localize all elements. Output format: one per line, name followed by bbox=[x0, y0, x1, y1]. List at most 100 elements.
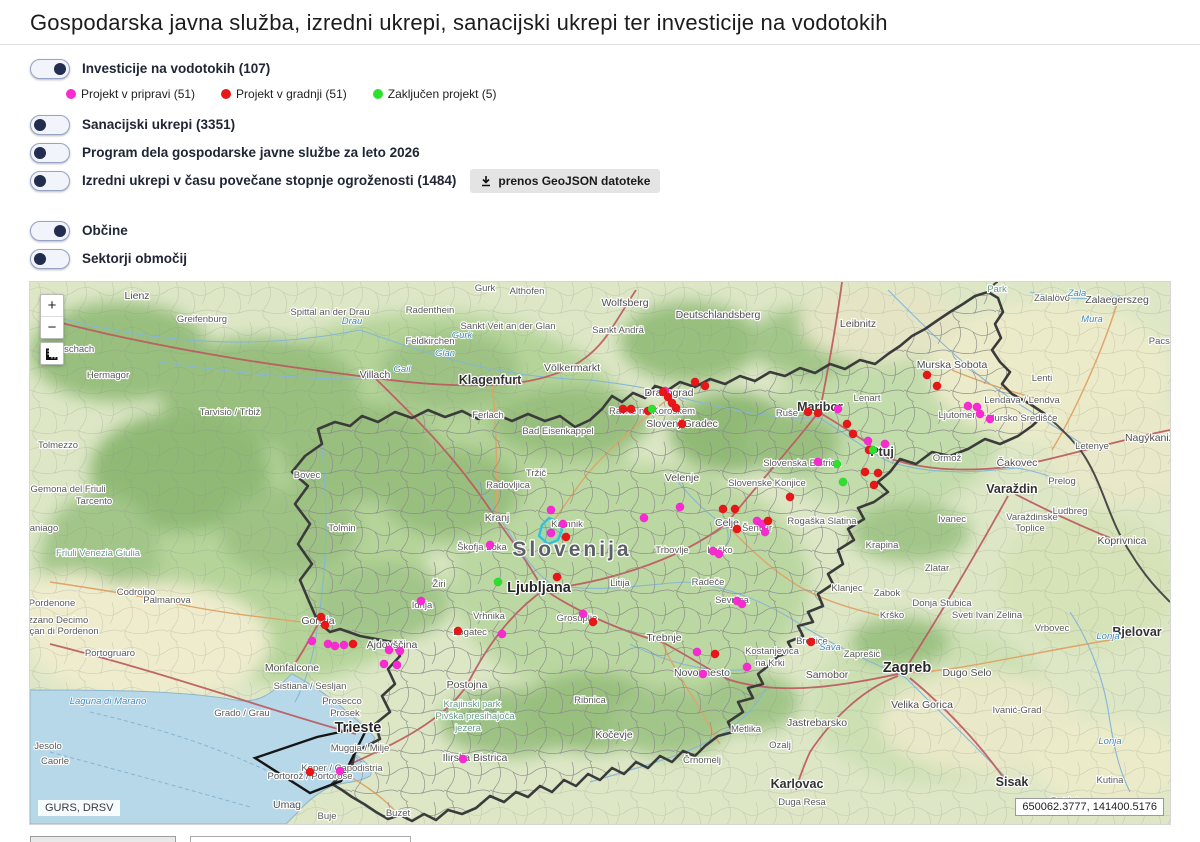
map-marker-gradnji[interactable] bbox=[807, 638, 815, 646]
map-marker-gradnji[interactable] bbox=[874, 469, 882, 477]
map-marker-gradnji[interactable] bbox=[843, 420, 851, 428]
map-label: Deutschlandsberg bbox=[676, 309, 761, 321]
map-marker-pripravi[interactable] bbox=[676, 503, 684, 511]
map-marker-gradnji[interactable] bbox=[691, 378, 699, 386]
map-marker-gradnji[interactable] bbox=[786, 493, 794, 501]
map-marker-pripravi[interactable] bbox=[340, 641, 348, 649]
map-label: Park bbox=[987, 284, 1007, 295]
map-marker-gradnji[interactable] bbox=[619, 405, 627, 413]
map-marker-gradnji[interactable] bbox=[589, 618, 597, 626]
map-marker-gradnji[interactable] bbox=[733, 525, 741, 533]
map-marker-pripravi[interactable] bbox=[738, 600, 746, 608]
map-marker-pripravi[interactable] bbox=[986, 415, 994, 423]
map-marker-pripravi[interactable] bbox=[976, 410, 984, 418]
map-marker-pripravi[interactable] bbox=[380, 660, 388, 668]
map-marker-pripravi[interactable] bbox=[864, 437, 872, 445]
map-marker-pripravi[interactable] bbox=[693, 648, 701, 656]
map-marker-gradnji[interactable] bbox=[814, 409, 822, 417]
map-marker-gradnji[interactable] bbox=[672, 404, 680, 412]
overlay-toggles: ObčineSektorji območij bbox=[0, 221, 1200, 268]
slovenia-map-canvas[interactable]: LienzGreifenburgSpittal an der DrauRaden… bbox=[30, 282, 1170, 824]
map-label: Krajinski park bbox=[443, 699, 500, 710]
map-marker-pripravi[interactable] bbox=[743, 663, 751, 671]
measure-tool-button[interactable] bbox=[40, 342, 64, 365]
map-marker-zakljucen[interactable] bbox=[648, 405, 656, 413]
zoom-out-button[interactable]: − bbox=[41, 316, 63, 338]
map-container[interactable]: LienzGreifenburgSpittal an der DrauRaden… bbox=[30, 282, 1170, 824]
map-marker-gradnji[interactable] bbox=[306, 768, 314, 776]
map-marker-gradnji[interactable] bbox=[317, 613, 325, 621]
map-marker-pripravi[interactable] bbox=[699, 670, 707, 678]
map-label: Prosek bbox=[330, 708, 360, 719]
footer-tab-0[interactable]: Občina Komenda bbox=[30, 836, 176, 842]
map-marker-pripravi[interactable] bbox=[336, 767, 344, 775]
map-label: Ruše bbox=[776, 408, 798, 419]
map-marker-pripravi[interactable] bbox=[579, 610, 587, 618]
map-marker-pripravi[interactable] bbox=[814, 458, 822, 466]
zoom-in-button[interactable]: + bbox=[41, 295, 63, 316]
map-marker-pripravi[interactable] bbox=[881, 440, 889, 448]
map-label: Samobor bbox=[806, 669, 849, 681]
map-marker-gradnji[interactable] bbox=[553, 573, 561, 581]
map-marker-zakljucen[interactable] bbox=[833, 460, 841, 468]
map-marker-pripravi[interactable] bbox=[459, 755, 467, 763]
map-marker-gradnji[interactable] bbox=[923, 371, 931, 379]
map-marker-pripravi[interactable] bbox=[417, 597, 425, 605]
map-marker-pripravi[interactable] bbox=[486, 541, 494, 549]
cursor-coordinates: 650062.3777, 141400.5176 bbox=[1015, 798, 1164, 816]
footer-tab-1[interactable]: Sektor območja srednje Save bbox=[190, 836, 411, 842]
map-marker-gradnji[interactable] bbox=[731, 505, 739, 513]
toggle-program[interactable] bbox=[30, 143, 70, 163]
map-marker-zakljucen[interactable] bbox=[494, 578, 502, 586]
map-marker-pripravi[interactable] bbox=[761, 528, 769, 536]
map-label: Umag bbox=[273, 799, 301, 811]
map-marker-pripravi[interactable] bbox=[308, 637, 316, 645]
map-marker-pripravi[interactable] bbox=[498, 630, 506, 638]
map-label: Buzet bbox=[386, 808, 411, 819]
map-marker-gradnji[interactable] bbox=[562, 533, 570, 541]
map-marker-pripravi[interactable] bbox=[834, 405, 842, 413]
toggle-obcine[interactable] bbox=[30, 221, 70, 241]
map-marker-pripravi[interactable] bbox=[547, 506, 555, 514]
map-label: Vrhnika bbox=[473, 611, 506, 622]
map-label: Bjelovar bbox=[1112, 625, 1161, 639]
toggle-knob bbox=[54, 225, 66, 237]
map-marker-pripravi[interactable] bbox=[396, 647, 404, 655]
map-label: Völkermarkt bbox=[544, 362, 600, 374]
map-marker-gradnji[interactable] bbox=[711, 650, 719, 658]
download-geojson-button[interactable]: prenos GeoJSON datoteke bbox=[470, 169, 660, 193]
map-marker-gradnji[interactable] bbox=[349, 640, 357, 648]
toggle-sanacijski[interactable] bbox=[30, 115, 70, 135]
toggle-investicije[interactable] bbox=[30, 59, 70, 79]
toggle-sektorji[interactable] bbox=[30, 249, 70, 269]
map-marker-pripravi[interactable] bbox=[331, 642, 339, 650]
map-label: Feldkirchen bbox=[405, 336, 454, 347]
toggle-label-obcine: Občine bbox=[82, 223, 128, 238]
map-marker-gradnji[interactable] bbox=[321, 621, 329, 629]
map-marker-gradnji[interactable] bbox=[764, 517, 772, 525]
map-marker-gradnji[interactable] bbox=[849, 430, 857, 438]
map-marker-pripravi[interactable] bbox=[547, 529, 555, 537]
map-label: Rogaška Slatina bbox=[787, 516, 857, 527]
toggle-izredni[interactable] bbox=[30, 171, 70, 191]
map-marker-gradnji[interactable] bbox=[861, 468, 869, 476]
map-marker-gradnji[interactable] bbox=[933, 382, 941, 390]
map-marker-zakljucen[interactable] bbox=[869, 446, 877, 454]
map-marker-gradnji[interactable] bbox=[627, 405, 635, 413]
map-marker-pripravi[interactable] bbox=[964, 402, 972, 410]
map-marker-gradnji[interactable] bbox=[870, 481, 878, 489]
map-marker-gradnji[interactable] bbox=[719, 505, 727, 513]
map-marker-pripravi[interactable] bbox=[393, 661, 401, 669]
map-label: Laguna di Marano bbox=[70, 696, 147, 707]
map-marker-pripravi[interactable] bbox=[385, 646, 393, 654]
map-marker-pripravi[interactable] bbox=[640, 514, 648, 522]
map-marker-gradnji[interactable] bbox=[701, 382, 709, 390]
map-marker-gradnji[interactable] bbox=[454, 627, 462, 635]
map-marker-zakljucen[interactable] bbox=[839, 478, 847, 486]
map-marker-gradnji[interactable] bbox=[804, 408, 812, 416]
map-marker-gradnji[interactable] bbox=[678, 420, 686, 428]
map-marker-pripravi[interactable] bbox=[559, 520, 567, 528]
map-marker-pripravi[interactable] bbox=[715, 550, 723, 558]
map-label: Ludbreg bbox=[1053, 506, 1088, 517]
map-label: Slovenija bbox=[512, 538, 631, 561]
